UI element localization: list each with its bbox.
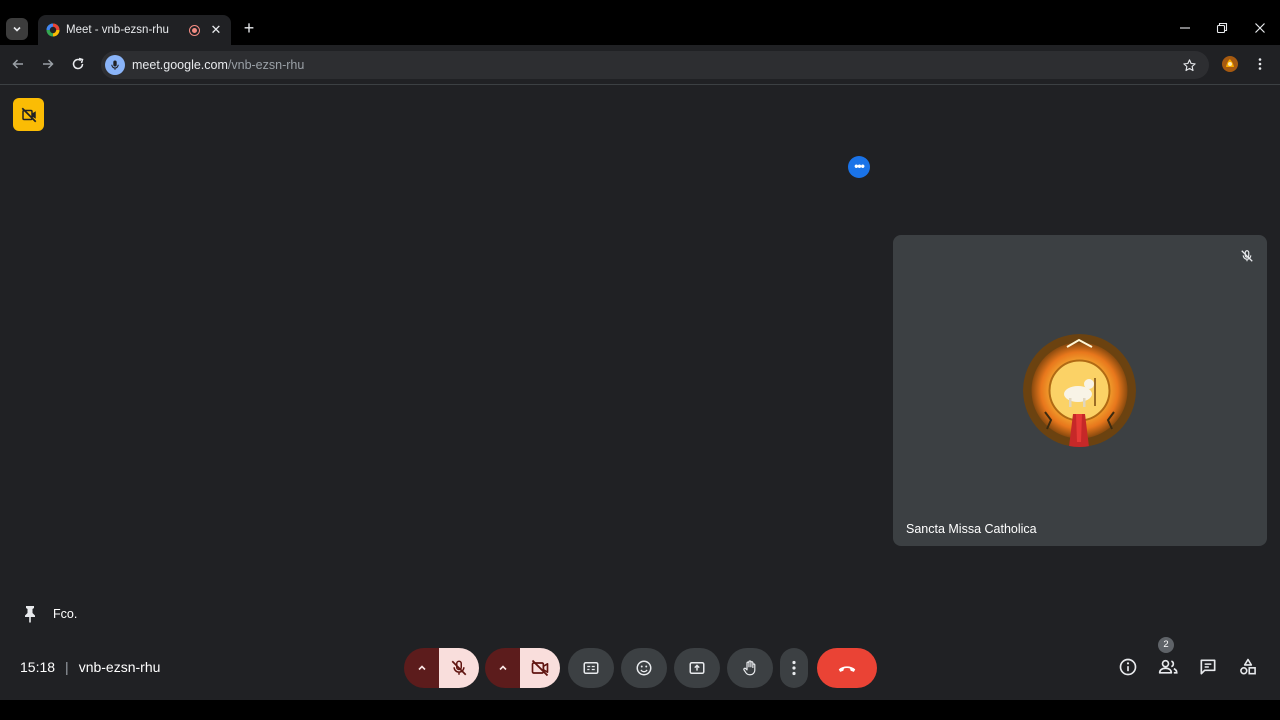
site-info-icon[interactable]: [105, 55, 125, 75]
url-text: meet.google.com/vnb-ezsn-rhu: [132, 58, 304, 72]
participant-avatar: [1023, 334, 1136, 447]
recording-icon: [189, 24, 200, 36]
people-button[interactable]: 2: [1156, 637, 1180, 679]
camera-toggle-button[interactable]: [520, 648, 560, 688]
raise-hand-icon: [743, 660, 756, 676]
bookmark-star-icon[interactable]: [1179, 55, 1199, 75]
close-window-icon[interactable]: [1248, 18, 1272, 38]
browser-tab-strip: Meet - vnb-ezsn-rhu ✕ +: [0, 0, 1280, 45]
mic-off-icon: [451, 660, 467, 676]
pinned-participant: Fco.: [21, 605, 77, 623]
call-controls: [404, 648, 877, 688]
meet-favicon: [46, 23, 60, 37]
audio-control-group: [404, 648, 479, 688]
emoji-reactions-button[interactable]: [621, 648, 667, 688]
activities-icon: [1240, 658, 1256, 675]
more-options-icon: [792, 660, 796, 676]
back-icon[interactable]: [8, 54, 28, 74]
meeting-details-button[interactable]: [1116, 655, 1140, 679]
activities-button[interactable]: [1236, 655, 1260, 679]
meeting-info-separator: |: [65, 659, 69, 675]
browser-tab-meet[interactable]: Meet - vnb-ezsn-rhu ✕: [38, 15, 231, 45]
audio-options-button[interactable]: [404, 648, 439, 688]
meet-stage: ••• Sancta Missa Catholica Fco. 15:18 | …: [0, 85, 1280, 700]
captions-icon: [583, 662, 599, 674]
url-host: meet.google.com: [132, 58, 228, 72]
extension-icon[interactable]: [1220, 54, 1240, 74]
restore-icon[interactable]: [1210, 18, 1234, 38]
reload-icon[interactable]: [68, 54, 88, 74]
people-icon: [1158, 659, 1178, 674]
chat-button[interactable]: [1196, 655, 1220, 679]
meeting-clock: 15:18: [20, 659, 56, 675]
more-options-button[interactable]: [780, 648, 808, 688]
browser-menu-icon[interactable]: [1250, 54, 1270, 74]
camera-blocked-warning-icon[interactable]: [13, 98, 44, 131]
tile-mic-off-icon: [1237, 246, 1257, 266]
camera-off-icon: [531, 659, 549, 677]
meeting-details: 15:18 | vnb-ezsn-rhu: [20, 659, 160, 675]
bottom-letterbox: [0, 700, 1280, 720]
hang-up-icon: [838, 666, 856, 672]
participant-count-badge: 2: [1158, 637, 1174, 653]
pin-icon[interactable]: [21, 605, 39, 623]
participant-name: Sancta Missa Catholica: [906, 522, 1037, 536]
address-bar[interactable]: meet.google.com/vnb-ezsn-rhu: [101, 51, 1209, 79]
present-icon: [689, 662, 705, 674]
forward-icon[interactable]: [38, 54, 58, 74]
chevron-down-icon: [13, 26, 21, 32]
new-tab-icon[interactable]: +: [240, 18, 258, 38]
captions-button[interactable]: [568, 648, 614, 688]
participant-tile[interactable]: Sancta Missa Catholica: [893, 235, 1267, 546]
microphone-toggle-button[interactable]: [439, 648, 479, 688]
meeting-tools: 2: [1100, 637, 1260, 679]
video-control-group: [485, 648, 560, 688]
pinned-participant-name: Fco.: [53, 607, 78, 621]
info-icon: [1119, 658, 1137, 676]
raise-hand-button[interactable]: [727, 648, 773, 688]
chevron-up-icon: [417, 665, 426, 671]
video-options-button[interactable]: [485, 648, 520, 688]
tab-title: Meet - vnb-ezsn-rhu: [66, 24, 169, 36]
meeting-code: vnb-ezsn-rhu: [78, 659, 161, 675]
chat-icon: [1200, 659, 1216, 675]
minimize-icon[interactable]: [1173, 18, 1197, 38]
participant-options-icon[interactable]: •••: [848, 156, 870, 178]
leave-call-button[interactable]: [817, 648, 877, 688]
chevron-up-icon: [498, 665, 507, 671]
tab-search-button[interactable]: [6, 18, 28, 40]
url-path: /vnb-ezsn-rhu: [227, 58, 305, 72]
emoji-icon: [636, 660, 652, 676]
close-tab-icon[interactable]: ✕: [209, 22, 223, 38]
present-screen-button[interactable]: [674, 648, 720, 688]
